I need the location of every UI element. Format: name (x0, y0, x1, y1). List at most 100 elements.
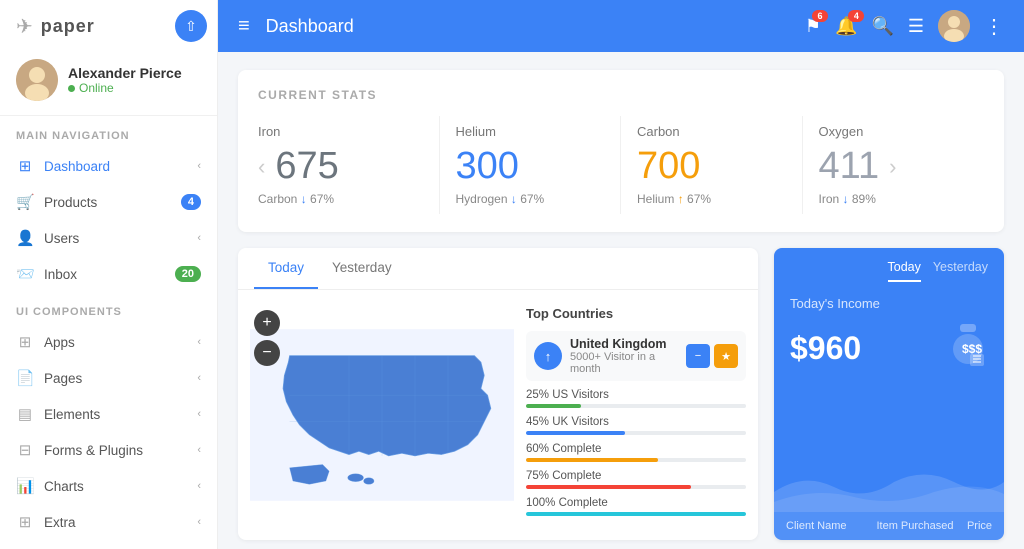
ui-components-label: UI COMPONENTS (0, 292, 217, 324)
chevron-icon: ‹ (197, 444, 201, 456)
prev-arrow-icon[interactable]: ‹ (258, 154, 265, 180)
stat-iron: Iron ‹ 675 Carbon ↓ 67% (258, 116, 440, 214)
sidebar-item-pages[interactable]: 📄 Pages ‹ (0, 360, 217, 396)
sidebar-item-label: Elements (44, 407, 187, 422)
inbox-icon: 📨 (16, 265, 34, 283)
progress-label: 60% Complete (526, 443, 746, 455)
zoom-in-button[interactable]: + (254, 310, 280, 336)
elements-icon: ▤ (16, 405, 34, 423)
country-sub: 5000+ Visitor in a month (570, 351, 678, 375)
sidebar-item-products[interactable]: 🛒 Products 4 (0, 184, 217, 220)
stat-sub: Helium ↑ 67% (637, 192, 786, 206)
progress-bar (526, 485, 746, 489)
us-map (250, 302, 514, 528)
content-area: CURRENT STATS Iron ‹ 675 Carbon ↓ 67% He… (218, 52, 1024, 549)
stat-value: 675 (275, 145, 338, 188)
dashboard-icon: ⊞ (16, 157, 34, 175)
progress-item: 75% Complete (526, 470, 746, 489)
tab-yesterday[interactable]: Yesterday (318, 248, 406, 289)
col-price: Price (967, 520, 992, 532)
more-options-icon[interactable]: ⋮ (984, 14, 1004, 39)
col-item: Item Purchased (876, 520, 958, 532)
income-table-header: Client Name Item Purchased Price (774, 512, 1004, 540)
user-status: Online (68, 81, 182, 95)
sidebar-item-label: Pages (44, 371, 187, 386)
user-status-text: Online (79, 81, 114, 95)
sidebar-item-extra[interactable]: ⊞ Extra ‹ (0, 504, 217, 540)
map-card: Today Yesterday + − (238, 248, 758, 540)
sidebar-item-label: Forms & Plugins (44, 443, 187, 458)
country-info: United Kingdom 5000+ Visitor in a month (570, 337, 678, 375)
progress-label: 45% UK Visitors (526, 416, 746, 428)
chevron-icon: ‹ (197, 232, 201, 244)
share-button[interactable]: ⇧ (175, 10, 207, 42)
sidebar-item-label: Products (44, 195, 171, 210)
countries-panel: Top Countries ↑ United Kingdom 5000+ Vis… (526, 302, 746, 528)
featured-country-item: ↑ United Kingdom 5000+ Visitor in a mont… (526, 331, 746, 381)
progress-fill (526, 458, 658, 462)
income-row: $960 $$$ (790, 319, 988, 377)
search-button[interactable]: 🔍 (871, 16, 893, 37)
income-tab-yesterday[interactable]: Yesterday (933, 260, 988, 282)
tab-today[interactable]: Today (254, 248, 318, 289)
income-tabs: Today Yesterday (774, 248, 1004, 282)
sidebar-item-users[interactable]: 👤 Users ‹ (0, 220, 217, 256)
income-tab-today[interactable]: Today (888, 260, 921, 282)
svg-text:$$$: $$$ (962, 342, 982, 356)
sidebar-item-inbox[interactable]: 📨 Inbox 20 (0, 256, 217, 292)
countries-title: Top Countries (526, 306, 746, 321)
country-name: United Kingdom (570, 337, 678, 351)
stat-value: 300 (456, 145, 519, 188)
header: ≡ Dashboard ⚑ 6 🔔 4 🔍 ☰ (218, 0, 1024, 52)
sidebar-item-label: Extra (44, 515, 187, 530)
user-info: Alexander Pierce Online (68, 65, 182, 95)
apps-icon: ⊞ (16, 333, 34, 351)
chevron-icon: ‹ (197, 160, 201, 172)
stat-value: 411 (819, 145, 880, 188)
inbox-badge: 20 (175, 266, 201, 282)
stats-section-title: CURRENT STATS (258, 88, 984, 102)
country-action-star[interactable]: ★ (714, 344, 738, 368)
header-avatar[interactable] (938, 10, 970, 42)
flag-badge: 6 (812, 10, 828, 22)
search-icon: 🔍 (871, 16, 893, 36)
country-icon: ↑ (534, 342, 562, 370)
sidebar-item-forms[interactable]: ⊟ Forms & Plugins ‹ (0, 432, 217, 468)
next-arrow-icon[interactable]: › (889, 154, 896, 180)
sidebar-item-charts[interactable]: 📊 Charts ‹ (0, 468, 217, 504)
chevron-icon: ‹ (197, 516, 201, 528)
chevron-icon: ‹ (197, 480, 201, 492)
sidebar-item-elements[interactable]: ▤ Elements ‹ (0, 396, 217, 432)
progress-fill (526, 431, 625, 435)
progress-bar (526, 458, 746, 462)
stats-grid: Iron ‹ 675 Carbon ↓ 67% Helium 300 Hydro… (258, 116, 984, 214)
avatar (16, 59, 58, 101)
list-button[interactable]: ☰ (908, 16, 924, 37)
income-card: Today Yesterday Today's Income $960 $$$ (774, 248, 1004, 540)
products-badge: 4 (181, 194, 201, 210)
country-actions: − ★ (686, 344, 738, 368)
progress-fill (526, 485, 691, 489)
user-name: Alexander Pierce (68, 65, 182, 81)
sidebar-item-apps[interactable]: ⊞ Apps ‹ (0, 324, 217, 360)
sidebar-item-dashboard[interactable]: ⊞ Dashboard ‹ (0, 148, 217, 184)
country-action-minus[interactable]: − (686, 344, 710, 368)
flag-notification[interactable]: ⚑ 6 (805, 16, 821, 37)
income-value: $960 (790, 330, 861, 367)
chevron-icon: ‹ (197, 336, 201, 348)
menu-icon[interactable]: ≡ (238, 15, 250, 38)
list-icon: ☰ (908, 16, 924, 36)
income-money-icon: $$$ (948, 319, 988, 377)
progress-bar (526, 404, 746, 408)
income-label: Today's Income (790, 296, 988, 311)
forms-icon: ⊟ (16, 441, 34, 459)
progress-fill (526, 404, 581, 408)
zoom-out-button[interactable]: − (254, 340, 280, 366)
logo-plane-icon: ✈ (16, 14, 33, 39)
progress-list: 25% US Visitors 45% UK Visitors (526, 389, 746, 516)
income-wave (774, 452, 1004, 512)
main-content: ≡ Dashboard ⚑ 6 🔔 4 🔍 ☰ (218, 0, 1024, 549)
progress-bar (526, 512, 746, 516)
income-body: Today's Income $960 $$$ (774, 282, 1004, 452)
bell-notification[interactable]: 🔔 4 (835, 16, 857, 37)
